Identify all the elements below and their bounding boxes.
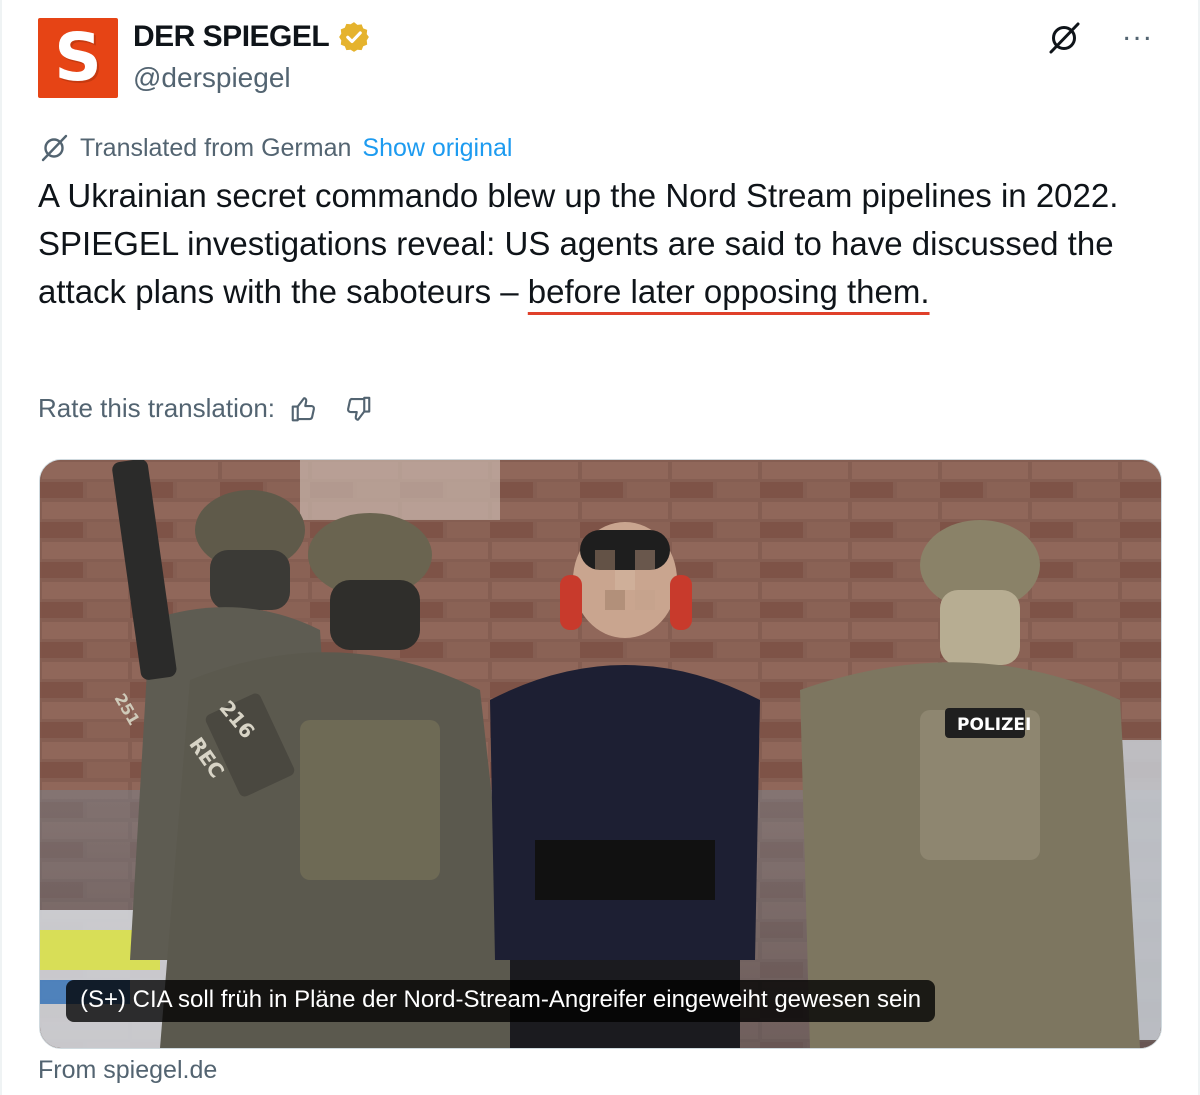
tweet-text: A Ukrainian secret commando blew up the … (38, 172, 1148, 316)
rate-translation-label: Rate this translation: (38, 393, 276, 423)
rate-translation: Rate this translation: (38, 393, 373, 424)
author-name-row[interactable]: DER SPIEGEL (133, 20, 371, 54)
link-card-image[interactable]: 216 REC 251 POLIZEI (S+) CIA soll früh i… (39, 459, 1162, 1049)
more-options-icon[interactable]: ... (1118, 16, 1158, 58)
news-photo: 216 REC 251 POLIZEI (40, 460, 1161, 1048)
avatar[interactable]: S (38, 18, 118, 98)
media-caption: (S+) CIA soll früh in Pläne der Nord-Str… (66, 980, 936, 1022)
link-source[interactable]: From spiegel.de (38, 1056, 217, 1085)
logo-letter: S (54, 19, 102, 96)
tweet-text-underlined: before later opposing them. (527, 273, 930, 310)
verified-badge-icon (337, 20, 371, 54)
translated-from-label: Translated from German (80, 133, 352, 162)
author-display-name[interactable]: DER SPIEGEL (133, 20, 330, 54)
show-original-link[interactable]: Show original (362, 134, 512, 163)
grok-icon[interactable] (1044, 18, 1084, 58)
thumbs-down-icon[interactable] (343, 394, 373, 424)
author-handle[interactable]: @derspiegel (133, 62, 291, 94)
grok-translate-icon (41, 134, 68, 162)
thumbs-up-icon[interactable] (289, 394, 319, 424)
translation-notice: Translated from German Show original (38, 132, 512, 164)
tweet-card: S DER SPIEGEL @derspiegel ... Translated… (0, 0, 1200, 1095)
header-actions: ... (1044, 16, 1158, 58)
patch-polizei: POLIZEI (957, 715, 1031, 735)
